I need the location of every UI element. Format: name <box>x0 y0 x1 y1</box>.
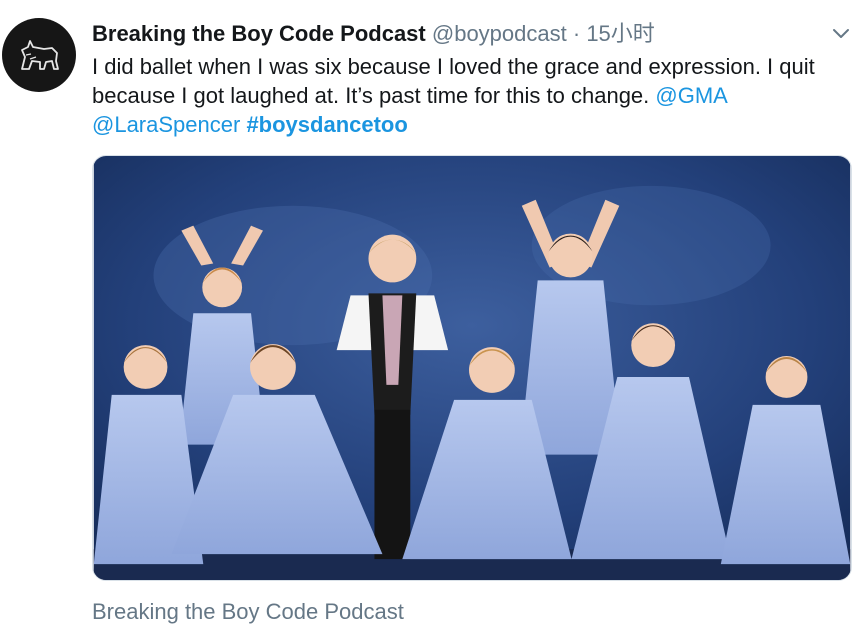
timestamp[interactable]: 15小时 <box>586 21 654 46</box>
separator: · <box>572 21 581 46</box>
tweet-photo[interactable] <box>92 155 852 581</box>
wolf-icon <box>21 40 59 70</box>
avatar[interactable] <box>2 18 76 92</box>
author-handle[interactable]: @boypodcast <box>432 21 567 46</box>
hashtag-boysdancetoo[interactable]: #boysdancetoo <box>246 112 407 137</box>
mention-gma[interactable]: @GMA <box>655 83 726 108</box>
media-source-label[interactable]: Breaking the Boy Code Podcast <box>92 598 404 626</box>
tweet-header: Breaking the Boy Code Podcast @boypodcas… <box>92 19 655 49</box>
ballet-class-photo <box>93 156 851 580</box>
more-options-button[interactable] <box>831 26 851 40</box>
mention-laraspencer[interactable]: @LaraSpencer <box>92 112 240 137</box>
chevron-down-icon <box>833 29 849 38</box>
tweet-text: I did ballet when I was six because I lo… <box>92 52 852 139</box>
tweet-card[interactable]: Breaking the Boy Code Podcast @boypodcas… <box>0 0 863 633</box>
author-display-name[interactable]: Breaking the Boy Code Podcast <box>92 21 426 46</box>
